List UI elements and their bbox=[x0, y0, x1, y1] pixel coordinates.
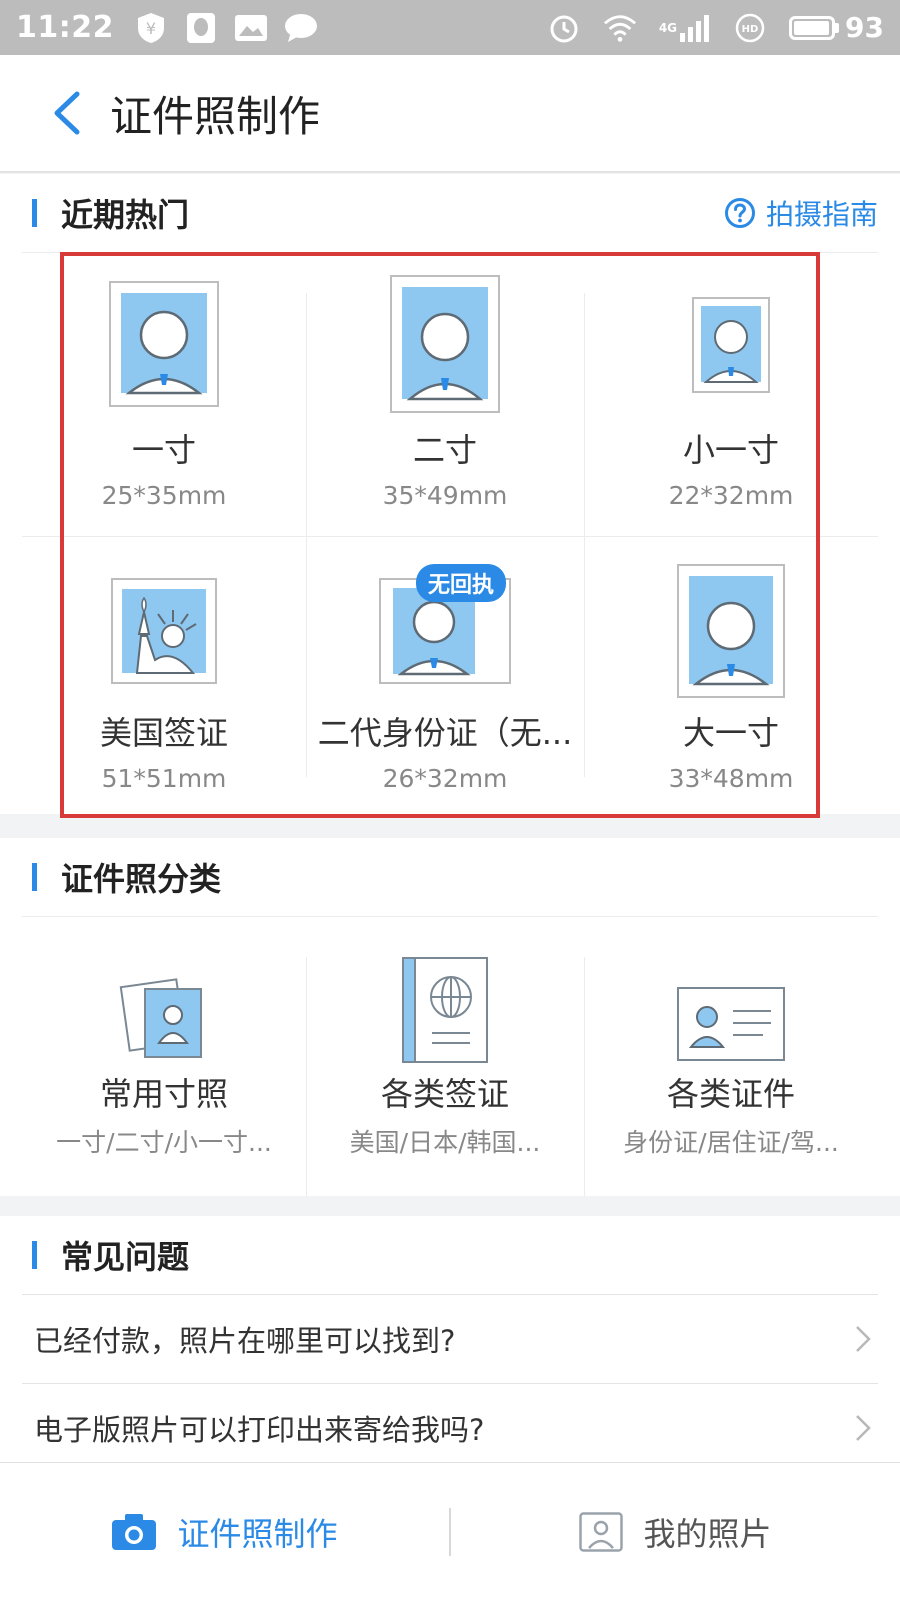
chevron-left-icon bbox=[54, 91, 80, 135]
category-header: 证件照分类 bbox=[22, 838, 878, 917]
battery-percent: 93 bbox=[845, 11, 884, 44]
portrait-photo-icon bbox=[584, 297, 878, 393]
portrait-frame-icon bbox=[579, 1512, 624, 1552]
alarm-icon bbox=[547, 11, 581, 45]
faq-item-paid-photo[interactable]: 已经付款，照片在哪里可以找到? bbox=[22, 1295, 878, 1384]
shooting-guide-label: 拍摄指南 bbox=[765, 198, 878, 231]
shooting-guide-link[interactable]: 拍摄指南 bbox=[724, 174, 878, 252]
qq-icon bbox=[184, 11, 218, 45]
passport-icon bbox=[306, 957, 584, 1063]
back-button[interactable] bbox=[36, 83, 96, 143]
portrait-photo-icon bbox=[22, 281, 306, 407]
chat-bubble-icon bbox=[284, 11, 318, 45]
battery-indicator: 93 bbox=[789, 11, 884, 44]
faq-title: 常见问题 bbox=[61, 1238, 190, 1276]
tab-photo-making[interactable]: 证件照制作 bbox=[0, 1509, 449, 1555]
chevron-right-icon bbox=[856, 1326, 871, 1352]
photo-size-id-card[interactable]: 无回执 二代身份证（无... 26*32mm bbox=[306, 536, 584, 813]
photo-size-small-1inch[interactable]: 小一寸 22*32mm bbox=[584, 253, 878, 536]
page-title: 证件照制作 bbox=[110, 91, 321, 141]
category-visas[interactable]: 各类签证 美国/日本/韩国... bbox=[306, 917, 584, 1197]
faq-section: 常见问题 已经付款，照片在哪里可以找到? 电子版照片可以打印出来寄给我吗? bbox=[0, 1216, 900, 1462]
help-circle-icon bbox=[724, 198, 755, 228]
portrait-photo-icon bbox=[306, 275, 584, 413]
category-documents[interactable]: 各类证件 身份证/居住证/驾... bbox=[584, 917, 878, 1197]
category-common-sizes[interactable]: 常用寸照 一寸/二寸/小一寸... bbox=[22, 917, 306, 1197]
category-grid: 常用寸照 一寸/二寸/小一寸... 各类签证 美国/日本/韩国... 各类证件 … bbox=[22, 917, 878, 1197]
recent-hot-section: 近期热门 拍摄指南 一寸 25*35mm 二寸 35*49mm 小一寸 22*3… bbox=[0, 174, 900, 814]
category-title: 证件照分类 bbox=[61, 860, 222, 898]
status-bar: 11:22 ¥ 4G HD 93 bbox=[0, 0, 900, 55]
faq-header: 常见问题 bbox=[22, 1216, 878, 1295]
status-time: 11:22 bbox=[16, 10, 114, 45]
wifi-icon bbox=[603, 11, 637, 45]
section-marker bbox=[32, 863, 37, 891]
hd-icon: HD bbox=[733, 11, 767, 45]
wallet-icon: ¥ bbox=[134, 11, 168, 45]
category-section: 证件照分类 常用寸照 一寸/二寸/小一寸... 各类签证 美国/日本/韩国...… bbox=[0, 838, 900, 1197]
photo-size-1inch[interactable]: 一寸 25*35mm bbox=[22, 253, 306, 536]
faq-item-print-mail[interactable]: 电子版照片可以打印出来寄给我吗? bbox=[22, 1384, 878, 1472]
bottom-tab-bar: 证件照制作 我的照片 bbox=[0, 1462, 900, 1601]
id-card-icon bbox=[584, 985, 878, 1061]
chevron-right-icon bbox=[856, 1415, 871, 1441]
photo-size-large-1inch[interactable]: 大一寸 33*48mm bbox=[584, 536, 878, 813]
recent-hot-header: 近期热门 拍摄指南 bbox=[22, 174, 878, 253]
recent-hot-grid: 一寸 25*35mm 二寸 35*49mm 小一寸 22*32mm 美国签证 5… bbox=[22, 253, 878, 813]
battery-icon bbox=[789, 15, 836, 40]
image-message-icon bbox=[234, 11, 268, 45]
app-header: 证件照制作 bbox=[0, 55, 900, 173]
stacked-photos-icon bbox=[22, 971, 306, 1061]
svg-text:¥: ¥ bbox=[146, 19, 156, 38]
photo-size-us-visa[interactable]: 美国签证 51*51mm bbox=[22, 536, 306, 813]
svg-text:HD: HD bbox=[742, 24, 759, 35]
section-marker bbox=[32, 1241, 37, 1269]
statue-of-liberty-icon bbox=[22, 578, 306, 684]
tab-my-photos[interactable]: 我的照片 bbox=[451, 1509, 900, 1555]
recent-hot-title: 近期热门 bbox=[61, 196, 190, 234]
section-marker bbox=[32, 199, 37, 227]
no-receipt-badge: 无回执 bbox=[416, 564, 507, 602]
portrait-photo-icon bbox=[584, 564, 878, 698]
signal-icon: 4G bbox=[659, 11, 711, 45]
photo-size-2inch[interactable]: 二寸 35*49mm bbox=[306, 253, 584, 536]
camera-icon bbox=[112, 1514, 157, 1550]
